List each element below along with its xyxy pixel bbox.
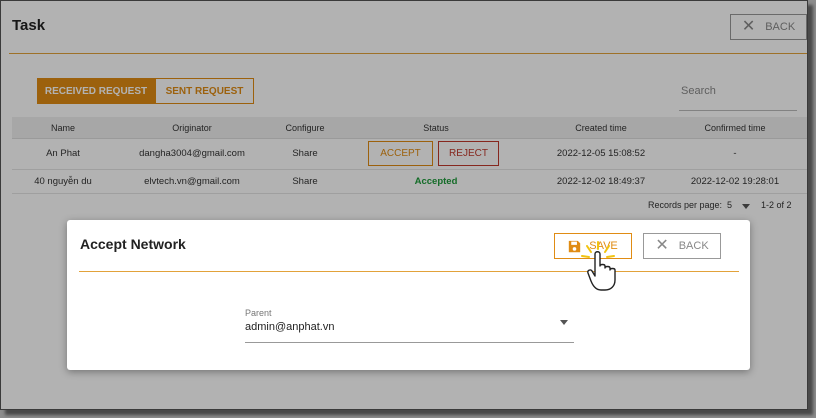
- dialog-title: Accept Network: [80, 236, 186, 252]
- dialog-back-button[interactable]: ✕ BACK: [643, 233, 721, 259]
- chevron-down-icon[interactable]: [560, 320, 568, 325]
- hand-cursor-icon: [581, 241, 616, 291]
- dialog-back-button-label: BACK: [678, 240, 709, 252]
- parent-select-underline: [245, 342, 574, 343]
- parent-select[interactable]: admin@anphat.vn: [245, 321, 334, 333]
- parent-field-label: Parent: [245, 308, 272, 318]
- accept-network-dialog: Accept Network SAVE ✕ BACK Parent admin@…: [67, 220, 750, 370]
- close-icon: ✕: [655, 237, 669, 254]
- dialog-divider: [79, 271, 739, 272]
